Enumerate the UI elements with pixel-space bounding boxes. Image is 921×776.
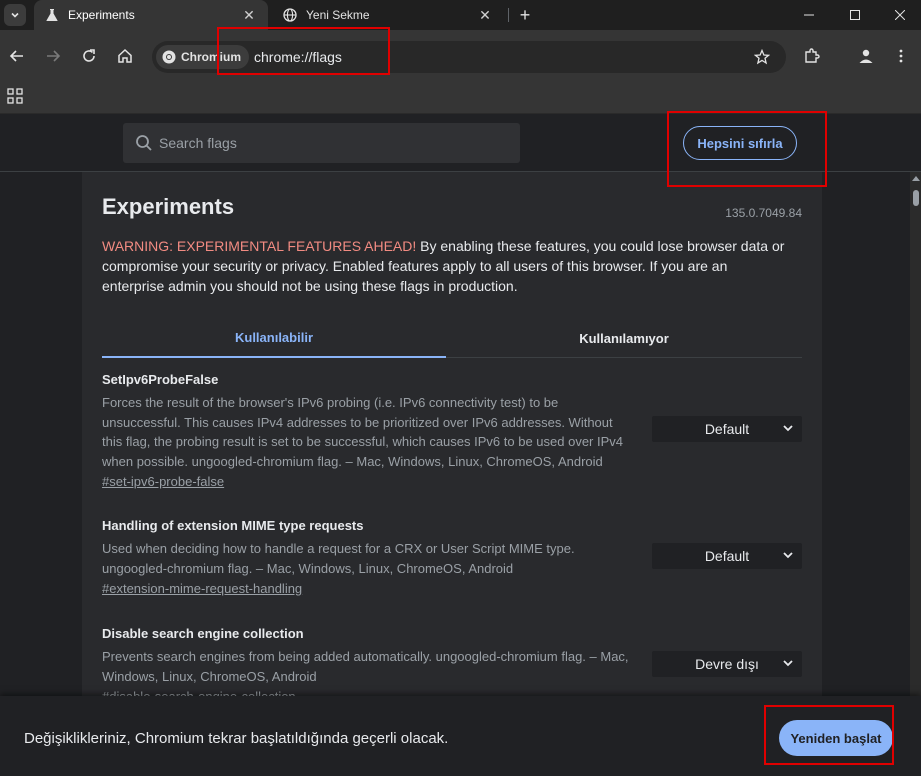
star-icon <box>754 49 770 65</box>
bookmark-star-button[interactable] <box>752 47 772 67</box>
site-chip-label: Chromium <box>181 50 241 64</box>
scroll-up-arrow-icon[interactable] <box>912 176 920 181</box>
close-tab-icon[interactable]: ✕ <box>238 4 260 26</box>
profile-button[interactable] <box>854 44 878 68</box>
flask-icon <box>44 7 60 23</box>
more-vert-icon <box>899 49 903 63</box>
tab-title: Experiments <box>68 8 135 22</box>
flag-name: Handling of extension MIME type requests <box>102 518 364 533</box>
tab-unavailable[interactable]: Kullanılamıyor <box>452 318 796 358</box>
flag-description: Prevents search engines from being added… <box>102 649 629 684</box>
address-bar[interactable]: Chromium chrome://flags <box>152 41 786 73</box>
relaunch-button[interactable]: Yeniden başlat <box>779 720 893 756</box>
new-tab-button[interactable]: + <box>514 4 536 26</box>
search-icon <box>136 135 152 151</box>
chevron-down-icon <box>783 660 793 667</box>
warning-text: WARNING: EXPERIMENTAL FEATURES AHEAD! By… <box>102 236 792 296</box>
reload-icon <box>83 49 95 62</box>
reset-all-button[interactable]: Hepsini sıfırla <box>683 126 797 160</box>
maximize-button[interactable] <box>832 0 878 30</box>
flag-state-value: Default <box>704 421 750 437</box>
home-button[interactable] <box>113 44 137 68</box>
flag-state-select[interactable]: Default <box>652 543 802 569</box>
tab-available[interactable]: Kullanılabilir <box>102 318 446 358</box>
search-flags-input[interactable] <box>159 123 509 163</box>
tab-search-button[interactable] <box>4 4 26 26</box>
scrollbar-thumb[interactable] <box>913 190 919 206</box>
reload-button[interactable] <box>77 44 101 68</box>
flag-item: Disable search engine collection Prevent… <box>102 626 802 696</box>
version-label: 135.0.7049.84 <box>725 206 802 220</box>
warning-heading: WARNING: EXPERIMENTAL FEATURES AHEAD! <box>102 238 417 254</box>
back-button[interactable] <box>5 44 29 68</box>
tab-title: Yeni Sekme <box>306 8 370 22</box>
flag-item: Handling of extension MIME type requests… <box>102 518 802 600</box>
forward-button[interactable] <box>41 44 65 68</box>
flag-permalink[interactable]: #disable-search-engine-collection <box>102 686 296 696</box>
close-window-button[interactable] <box>877 0 921 30</box>
flag-state-select[interactable]: Devre dışı <box>652 651 802 677</box>
flag-description: Used when deciding how to handle a reque… <box>102 541 575 576</box>
site-chip[interactable]: Chromium <box>156 45 249 69</box>
arrow-left-icon <box>9 50 23 62</box>
minimize-icon <box>804 14 814 16</box>
flag-item: SetIpv6ProbeFalse Forces the result of t… <box>102 372 802 493</box>
toolbar: Chromium chrome://flags <box>0 30 921 84</box>
flag-state-select[interactable]: Default <box>652 416 802 442</box>
flag-permalink[interactable]: #set-ipv6-probe-false <box>102 471 224 493</box>
experiments-panel: Experiments 135.0.7049.84 WARNING: EXPER… <box>82 172 822 696</box>
chevron-down-icon <box>783 425 793 432</box>
extensions-button[interactable] <box>800 44 824 68</box>
url-text[interactable]: chrome://flags <box>254 49 342 65</box>
flag-tabs: Kullanılabilir Kullanılamıyor <box>102 318 802 358</box>
search-flags-box[interactable] <box>123 123 520 163</box>
chevron-down-icon <box>11 12 19 18</box>
tab-separator <box>508 8 509 22</box>
chevron-down-icon <box>783 552 793 559</box>
tab-experiments[interactable]: Experiments ✕ <box>34 0 268 30</box>
flag-permalink[interactable]: #extension-mime-request-handling <box>102 578 302 600</box>
minimize-button[interactable] <box>786 0 832 30</box>
tab-yeni-sekme[interactable]: Yeni Sekme ✕ <box>272 0 504 30</box>
puzzle-icon <box>805 48 820 63</box>
globe-icon <box>282 7 298 23</box>
relaunch-message: Değişiklikleriniz, Chromium tekrar başla… <box>24 730 449 747</box>
close-icon <box>895 10 905 20</box>
scrollbar[interactable] <box>910 172 921 696</box>
menu-button[interactable] <box>889 44 913 68</box>
flag-name: Disable search engine collection <box>102 626 304 641</box>
flag-description: Forces the result of the browser's IPv6 … <box>102 395 623 469</box>
tab-strip: Experiments ✕ Yeni Sekme ✕ + <box>0 0 921 30</box>
arrow-right-icon <box>47 50 61 62</box>
apps-grid-icon[interactable] <box>7 88 23 104</box>
flag-state-value: Devre dışı <box>695 656 759 672</box>
bookmarks-bar <box>0 84 921 114</box>
close-tab-icon[interactable]: ✕ <box>474 4 496 26</box>
maximize-icon <box>850 10 860 20</box>
relaunch-bar: Değişiklikleriniz, Chromium tekrar başla… <box>0 696 921 776</box>
flag-state-value: Default <box>704 548 750 564</box>
page-title: Experiments <box>102 194 235 219</box>
home-icon <box>118 48 132 63</box>
flags-header: Hepsini sıfırla <box>0 114 921 172</box>
chromium-logo-icon <box>162 50 176 64</box>
flag-name: SetIpv6ProbeFalse <box>102 372 219 387</box>
avatar-icon <box>859 49 873 63</box>
